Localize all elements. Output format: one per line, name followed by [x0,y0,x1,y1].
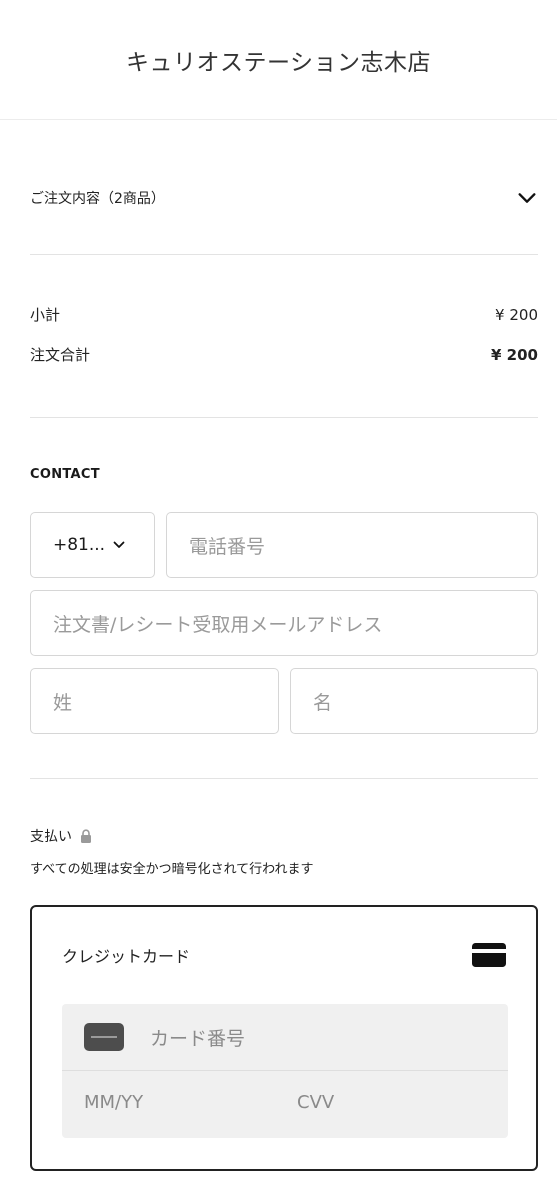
store-header: キュリオステーション志木店 [0,0,557,120]
total-value: ¥ 200 [491,345,538,364]
last-name-placeholder: 姓 [53,691,73,714]
card-number-placeholder: カード番号 [150,1027,246,1050]
subtotal-label: 小計 [30,306,61,324]
phone-field[interactable]: 電話番号 [166,512,538,578]
subtotal-row: 小計 ¥ 200 [30,304,538,325]
credit-card-option[interactable]: クレジットカード カード番号 MM/YY CVV [30,905,538,1171]
payment-security-note: すべての処理は安全かつ暗号化されて行われます [30,862,314,877]
first-name-field[interactable]: 名 [290,668,538,734]
email-placeholder: 注文書/レシート受取用メールアドレス [53,613,383,636]
card-input-group: カード番号 MM/YY CVV [62,1004,508,1138]
divider [30,254,538,255]
payment-title: 支払い [30,826,92,846]
divider [30,417,538,418]
order-summary-toggle[interactable]: ご注文内容（2商品） [30,168,538,228]
card-icon [84,1023,124,1051]
email-field[interactable]: 注文書/レシート受取用メールアドレス [30,590,538,656]
phone-placeholder: 電話番号 [189,535,266,558]
total-row: 注文合計 ¥ 200 [30,344,538,365]
divider [30,778,538,779]
cvv-field[interactable]: CVV [297,1092,334,1113]
country-code-value: +81... [53,535,106,555]
credit-card-label: クレジットカード [62,947,191,966]
chevron-down-icon [113,541,125,548]
lock-icon [81,829,91,843]
credit-card-icon [472,943,506,967]
total-label: 注文合計 [30,346,91,364]
chevron-down-icon [518,193,536,203]
order-summary-label: ご注文内容（2商品） [30,191,165,207]
store-name: キュリオステーション志木店 [125,49,432,76]
subtotal-value: ¥ 200 [495,305,538,324]
first-name-placeholder: 名 [313,691,333,714]
expiry-field[interactable]: MM/YY [84,1092,143,1113]
contact-section-title: CONTACT [30,467,100,482]
card-number-field[interactable]: カード番号 [62,1004,508,1071]
last-name-field[interactable]: 姓 [30,668,279,734]
country-code-select[interactable]: +81... [30,512,155,578]
payment-title-text: 支払い [30,829,72,845]
